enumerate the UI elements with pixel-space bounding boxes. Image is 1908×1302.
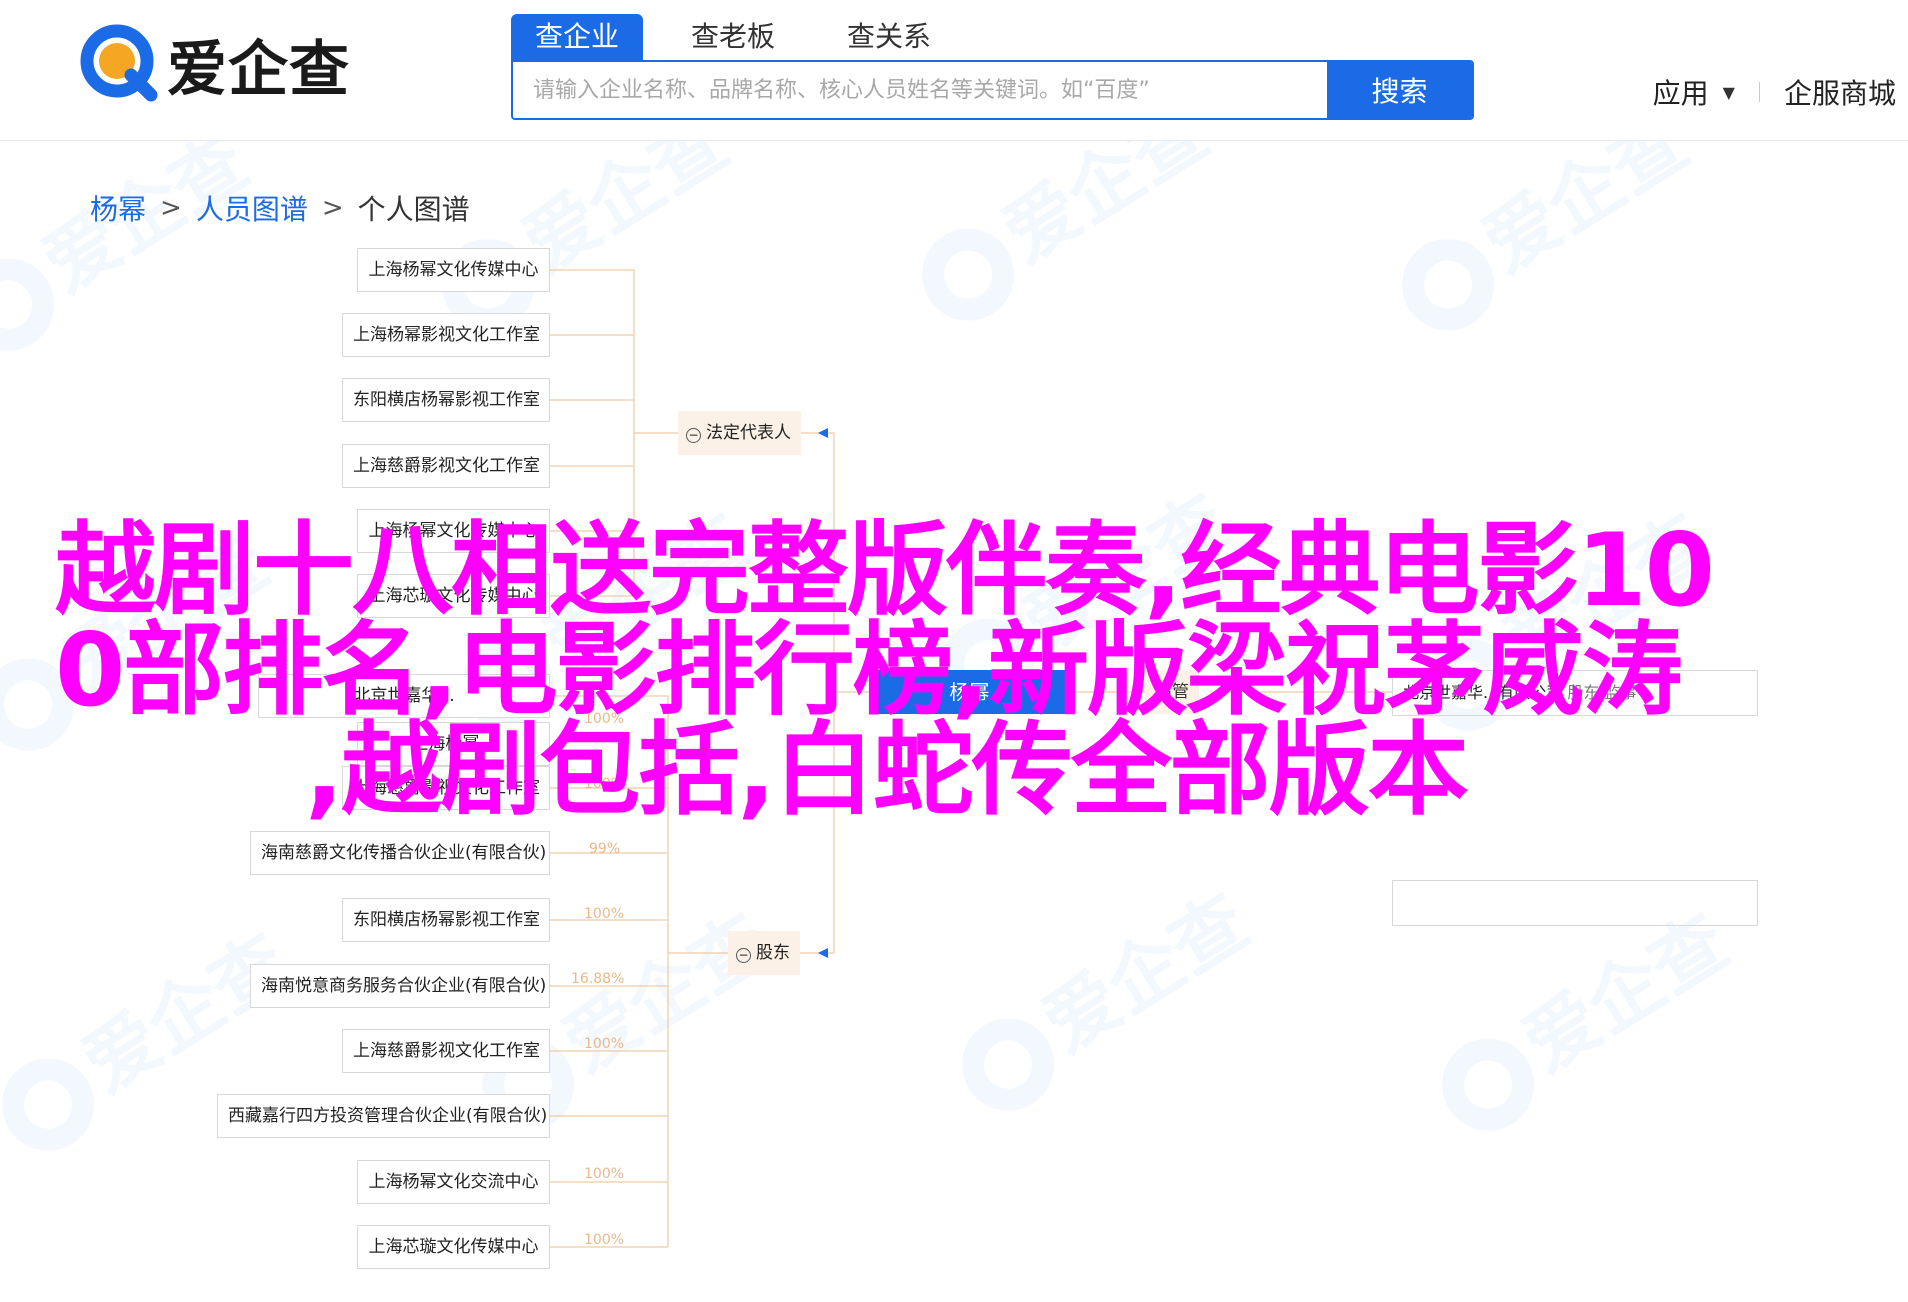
pct-label: 100% (584, 906, 625, 922)
pct-label: 100% (584, 1166, 625, 1182)
company-node[interactable]: 海南悦意商务服务合伙企业(有限合伙) (250, 964, 550, 1008)
hub-label: 法定代表人 (706, 423, 791, 443)
arrow-icon (818, 428, 828, 438)
company-node[interactable]: 东阳横店杨幂影视工作室 (342, 378, 550, 422)
hub-label: 股东 (756, 943, 790, 963)
hub-shareholder[interactable]: − 股东 (728, 931, 800, 975)
company-node[interactable]: 上海慈爵影视文化工作室 (342, 444, 550, 488)
overlay-line-2: 0部排名,电影排行榜,新版梁祝茅威涛 (55, 611, 1683, 729)
pct-label: 100% (584, 1036, 625, 1052)
arrow-icon (818, 948, 828, 958)
company-node[interactable]: 上海杨幂文化传媒中心 (357, 248, 550, 292)
overlay-line-1: 越剧十八相送完整版伴奏,经典电影10 (55, 511, 1715, 629)
pct-label: 99% (589, 841, 621, 857)
overlay-line-3: ,越剧包括,白蛇传全部版本 (305, 711, 1469, 829)
collapse-icon[interactable]: − (686, 428, 701, 443)
company-node[interactable]: 西藏嘉行四方投资管理合伙企业(有限合伙) (217, 1094, 550, 1138)
collapse-icon[interactable]: − (736, 948, 751, 963)
company-node[interactable] (1392, 880, 1758, 926)
company-node[interactable]: 上海杨幂文化交流中心 (357, 1160, 550, 1204)
company-node[interactable]: 上海杨幂影视文化工作室 (342, 313, 550, 357)
company-node[interactable]: 海南慈爵文化传播合伙企业(有限合伙) (250, 831, 550, 875)
pct-label: 16.88% (571, 971, 625, 987)
company-node[interactable]: 上海芯璇文化传媒中心 (357, 1225, 550, 1269)
company-node[interactable]: 东阳横店杨幂影视工作室 (342, 898, 550, 942)
company-node[interactable]: 上海慈爵影视文化工作室 (342, 1029, 550, 1073)
overlay-title: 越剧十八相送完整版伴奏,经典电影10 0部排名,电影排行榜,新版梁祝茅威涛 ,越… (55, 511, 1715, 829)
hub-legal-rep[interactable]: − 法定代表人 (678, 411, 801, 455)
pct-label: 100% (584, 1232, 625, 1248)
